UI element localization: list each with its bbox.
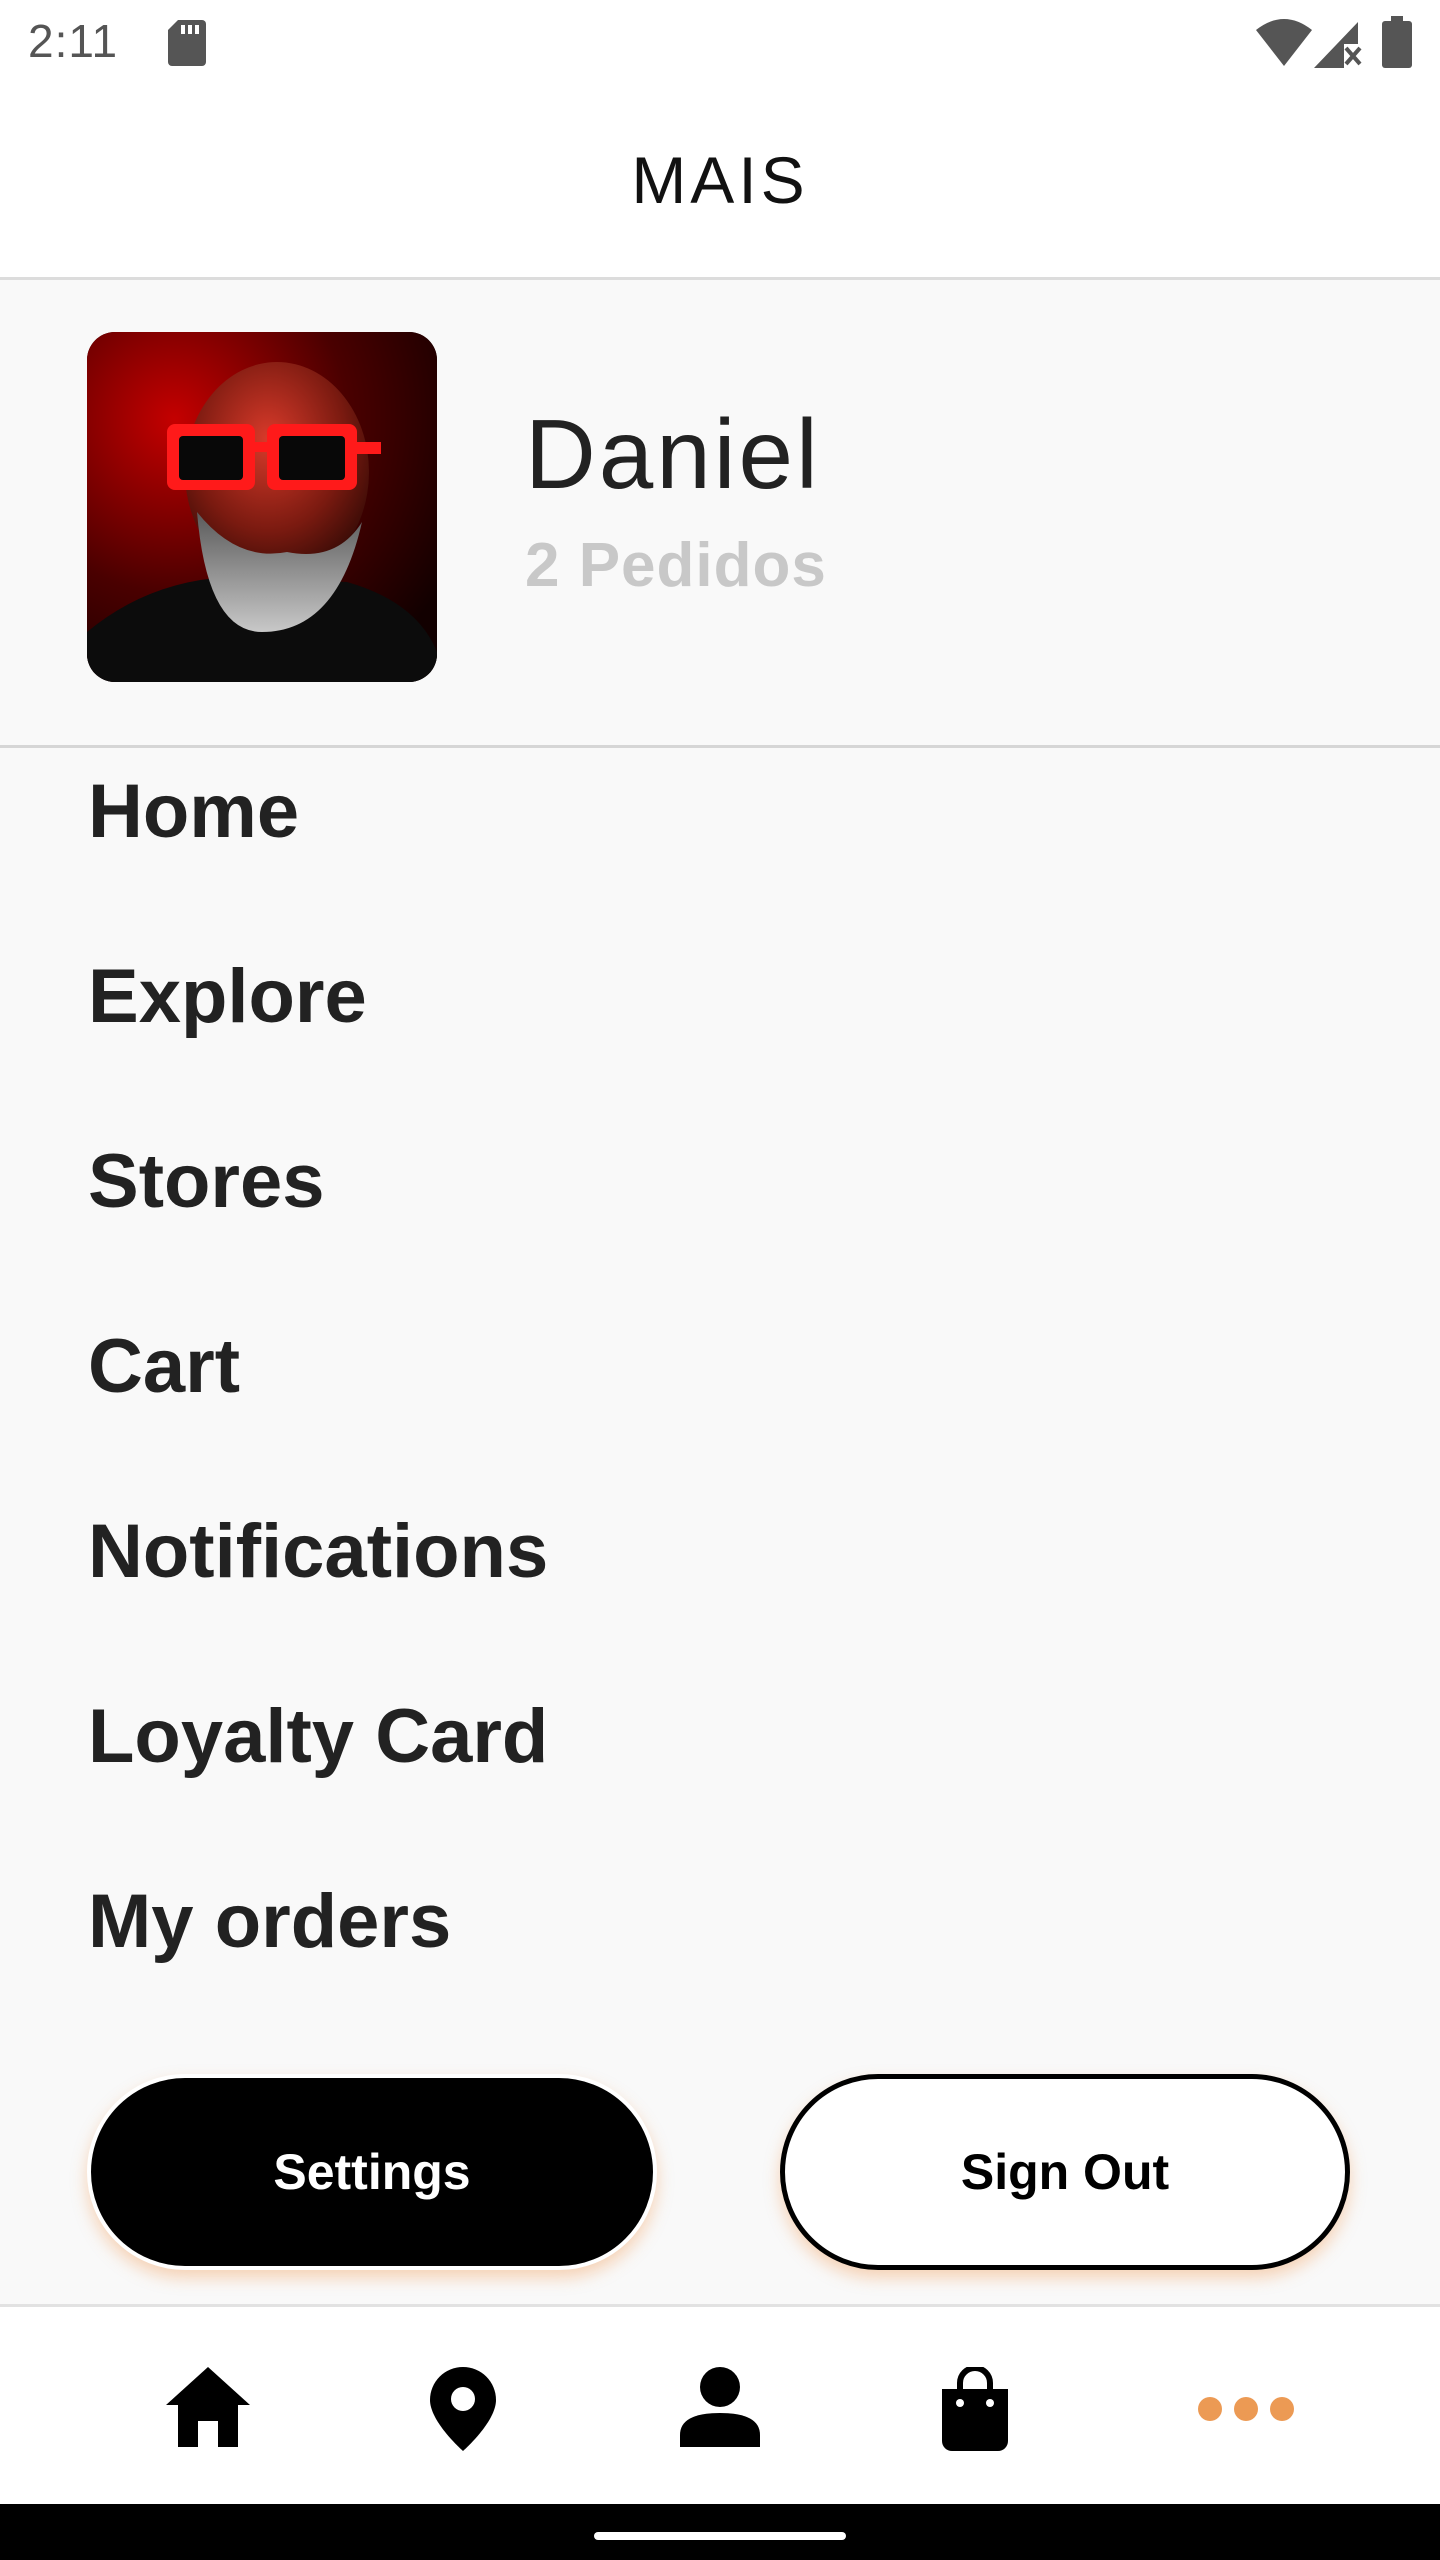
avatar-image <box>87 332 437 682</box>
app-screen: 2:11 MAIS Daniel 2 Pedidos Home Explore … <box>0 0 1440 2560</box>
bottom-navigation <box>0 2304 1440 2504</box>
menu-item-stores[interactable]: Stores <box>88 1121 1348 1241</box>
menu-item-explore[interactable]: Explore <box>88 936 1348 1056</box>
more-icon[interactable] <box>1196 2389 1296 2429</box>
menu-item-notifications[interactable]: Notifications <box>88 1491 1348 1611</box>
sd-card-icon <box>168 20 206 66</box>
wifi-icon <box>1256 19 1312 66</box>
menu-item-home[interactable]: Home <box>88 751 1348 871</box>
avatar[interactable] <box>87 332 437 682</box>
system-navigation-bar <box>0 2504 1440 2560</box>
app-header: MAIS <box>0 84 1440 280</box>
menu-item-cart[interactable]: Cart <box>88 1306 1348 1426</box>
profile-orders-count: 2 Pedidos <box>525 531 827 600</box>
signal-icon <box>1314 22 1362 68</box>
location-pin-icon[interactable] <box>430 2367 496 2451</box>
home-gesture-handle[interactable] <box>594 2532 846 2540</box>
sign-out-button[interactable]: Sign Out <box>780 2074 1350 2270</box>
home-icon[interactable] <box>166 2367 250 2447</box>
battery-icon <box>1382 16 1412 68</box>
profile-section: Daniel 2 Pedidos <box>0 280 1440 748</box>
status-time: 2:11 <box>28 15 119 67</box>
menu-item-my-orders[interactable]: My orders <box>88 1861 1348 1981</box>
status-bar: 2:11 <box>0 0 1440 84</box>
settings-button[interactable]: Settings <box>87 2074 657 2270</box>
profile-name: Daniel <box>525 399 821 509</box>
page-title: MAIS <box>631 143 809 217</box>
profile-icon[interactable] <box>680 2367 760 2447</box>
menu-item-loyalty-card[interactable]: Loyalty Card <box>88 1676 1348 1796</box>
shopping-bag-icon[interactable] <box>938 2367 1012 2451</box>
